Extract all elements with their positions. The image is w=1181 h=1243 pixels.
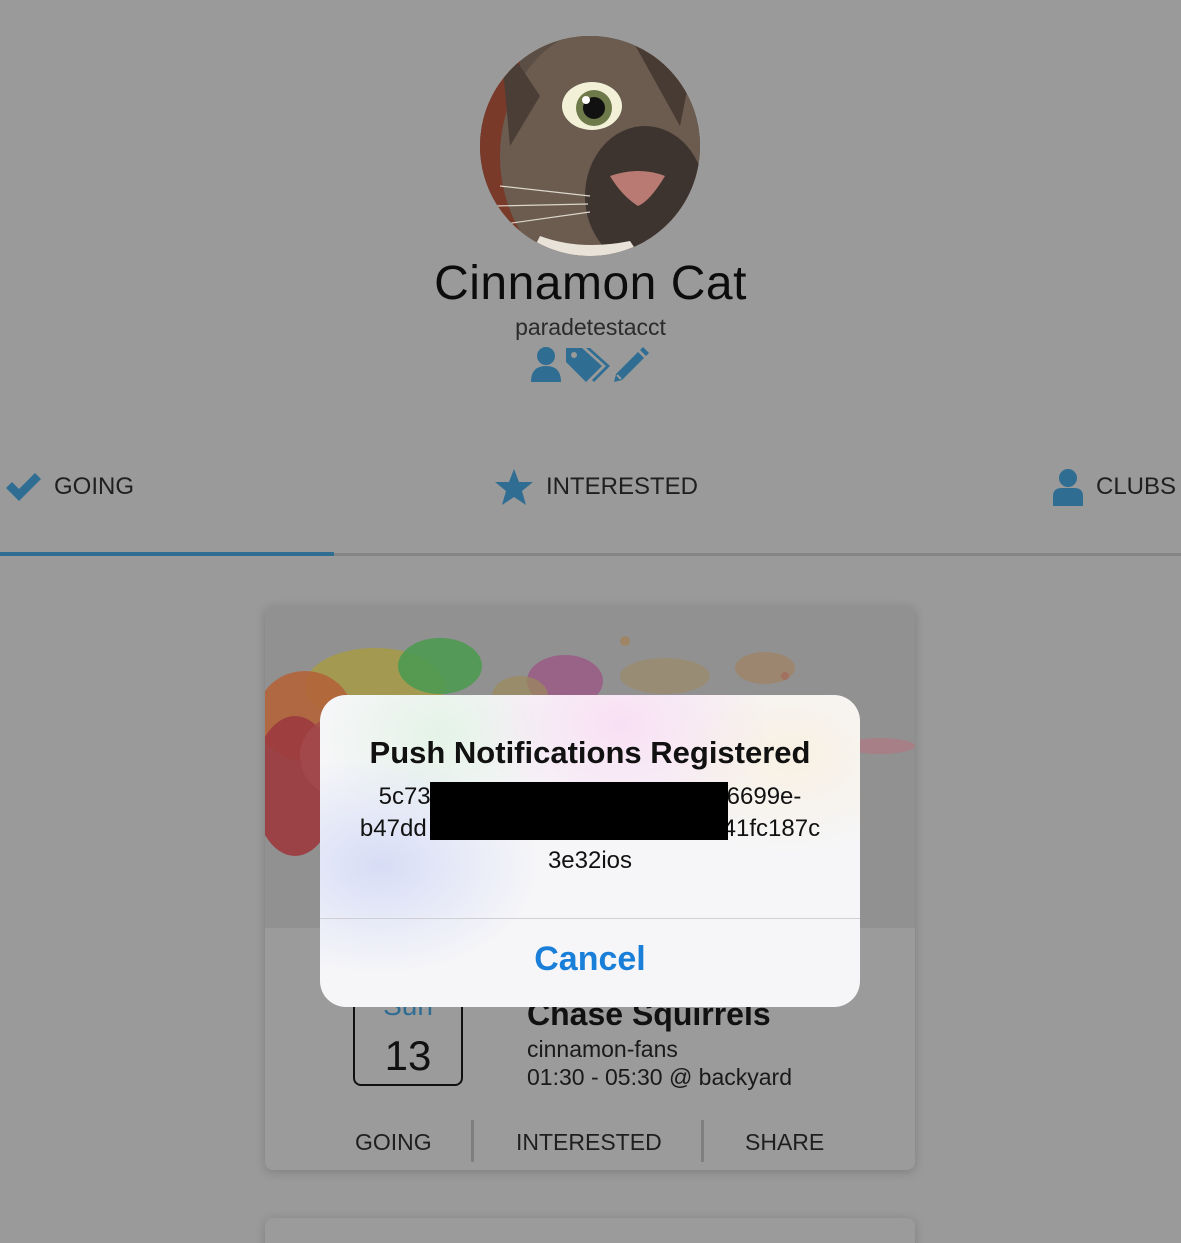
- user-icon: [1053, 469, 1083, 506]
- cat-photo: [480, 36, 700, 256]
- profile-avatar: [480, 36, 700, 256]
- event-share-button[interactable]: SHARE: [745, 1112, 824, 1162]
- tab-bar: GOING INTERESTED CLUBS: [0, 455, 1181, 556]
- event-actions: GOING INTERESTED SHARE: [265, 1112, 915, 1162]
- pencil-icon[interactable]: [610, 344, 650, 384]
- profile-handle: paradetestacct: [515, 314, 666, 340]
- action-divider: [701, 1120, 704, 1162]
- tab-going[interactable]: GOING: [4, 455, 134, 519]
- tab-active-indicator: [0, 552, 334, 556]
- alert-message-line: 3e32ios: [547, 847, 633, 874]
- tab-interested-label: INTERESTED: [546, 473, 699, 500]
- profile-name: Cinnamon Cat: [434, 257, 747, 310]
- check-icon: [6, 473, 41, 501]
- tab-clubs-label: CLUBS: [1096, 473, 1177, 500]
- event-card[interactable]: [265, 1218, 915, 1243]
- push-notification-alert: Push Notifications Registered 5c73 6699e-…: [320, 695, 860, 1007]
- star-icon: [495, 469, 533, 505]
- event-going-button[interactable]: GOING: [355, 1112, 432, 1162]
- tab-going-label: GOING: [54, 473, 135, 500]
- event-date: 13: [384, 1032, 432, 1079]
- redaction-bar: [430, 782, 728, 840]
- user-icon[interactable]: [528, 346, 564, 382]
- profile-actions: [528, 344, 652, 384]
- event-time: 01:30 - 05:30 @ backyard: [527, 1064, 793, 1090]
- tags-icon[interactable]: [564, 344, 610, 384]
- event-club[interactable]: cinnamon-fans: [527, 1036, 678, 1063]
- tab-clubs[interactable]: CLUBS: [1052, 455, 1176, 519]
- action-divider: [471, 1120, 474, 1162]
- alert-title: Push Notifications Registered: [369, 735, 811, 770]
- event-interested-button[interactable]: INTERESTED: [516, 1112, 662, 1162]
- tab-interested[interactable]: INTERESTED: [494, 455, 698, 519]
- cancel-button[interactable]: Cancel: [320, 919, 860, 1007]
